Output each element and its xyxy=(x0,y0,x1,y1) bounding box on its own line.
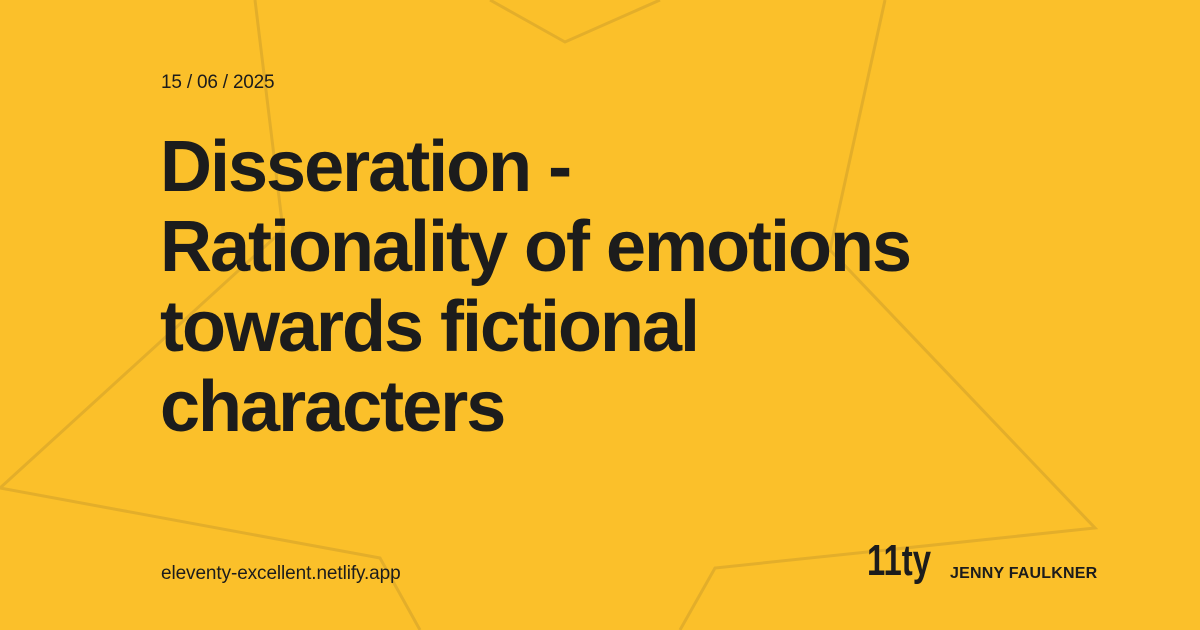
post-date: 15 / 06 / 2025 xyxy=(161,72,275,93)
eleventy-logo-text: 11ty xyxy=(867,536,931,585)
eleventy-logo: 11ty xyxy=(867,536,931,585)
post-title: Disseration - Rationality of emotions to… xyxy=(160,127,912,447)
social-card: 15 / 06 / 2025 Disseration - Rationality… xyxy=(0,0,1200,630)
site-url: eleventy-excellent.netlify.app xyxy=(161,563,401,584)
author-name: JENNY FAULKNER xyxy=(950,565,1098,582)
